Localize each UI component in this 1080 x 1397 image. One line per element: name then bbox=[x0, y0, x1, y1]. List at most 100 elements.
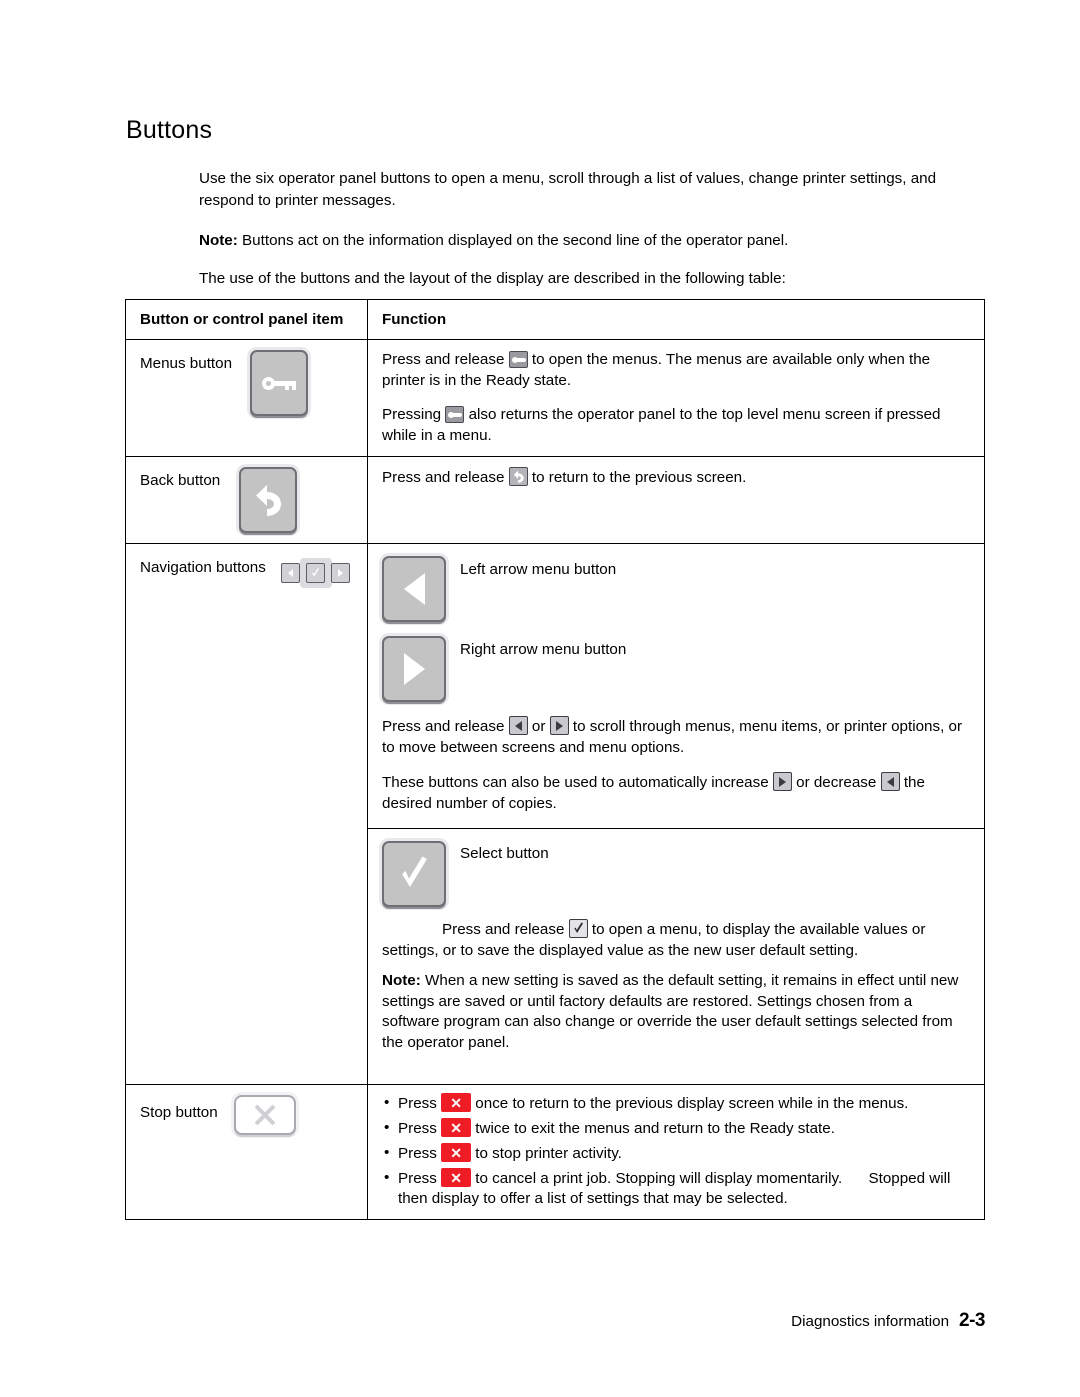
table-row-stop-button: Stop button Press ✕ once to return to th… bbox=[126, 1085, 984, 1219]
menus-key-button[interactable] bbox=[250, 350, 309, 416]
copies-text-mid: or decrease bbox=[796, 774, 877, 791]
note-text: Buttons act on the information displayed… bbox=[242, 232, 789, 249]
lead-in-paragraph: The use of the buttons and the layout of… bbox=[199, 270, 786, 287]
select-note-text: When a new setting is saved as the defau… bbox=[382, 972, 959, 1051]
right-arrow-icon bbox=[384, 638, 444, 700]
list-item: Press ✕ to cancel a print job. Stopping … bbox=[382, 1168, 970, 1209]
back-button-cell: Back button bbox=[126, 457, 368, 543]
note-paragraph: Note: Buttons act on the information dis… bbox=[199, 230, 989, 252]
stop-bullet-4-pre: Press bbox=[398, 1170, 437, 1187]
menus-inline-icon bbox=[508, 351, 528, 368]
checkmark-icon bbox=[384, 843, 444, 905]
right-arrow-menu-button-label: Right arrow menu button bbox=[460, 641, 627, 658]
select-function-paragraph: Press and release to open a menu, to dis… bbox=[382, 919, 970, 961]
stop-bullet-4-post: to cancel a print job. Stopping will dis… bbox=[475, 1170, 843, 1187]
stop-inline-icon: ✕ bbox=[441, 1168, 472, 1187]
document-page: Buttons Use the six operator panel butto… bbox=[0, 0, 1080, 1397]
table-row-menus-button: Menus button Press and release to open t… bbox=[126, 340, 984, 457]
select-note-label: Note: bbox=[382, 972, 421, 989]
return-arrow-icon bbox=[241, 469, 295, 531]
navigation-copies-paragraph: These buttons can also be used to automa… bbox=[382, 772, 970, 814]
stop-inline-icon: ✕ bbox=[441, 1118, 472, 1137]
back-button-label: Back button bbox=[140, 472, 221, 489]
back-return-button[interactable] bbox=[238, 467, 297, 533]
cluster-right-arrow-icon bbox=[331, 563, 351, 583]
stop-bullet-3-pre: Press bbox=[398, 1145, 437, 1162]
navigation-buttons-label: Navigation buttons bbox=[140, 559, 266, 576]
list-item: Press ✕ once to return to the previous d… bbox=[382, 1093, 970, 1114]
list-item: Press ✕ to stop printer activity. bbox=[382, 1143, 970, 1164]
cluster-left-arrow-icon bbox=[281, 563, 301, 583]
stop-bullet-3-post: to stop printer activity. bbox=[475, 1145, 622, 1162]
stop-inline-icon: ✕ bbox=[441, 1093, 472, 1112]
back-function-cell: Press and release to return to the previ… bbox=[368, 457, 984, 543]
menus-para1-a: Press and release bbox=[382, 351, 505, 368]
page-footer: Diagnostics information 2-3 bbox=[791, 1310, 985, 1332]
footer-section-label: Diagnostics information bbox=[791, 1313, 950, 1330]
navigation-button-cell: Navigation buttons bbox=[126, 544, 368, 1084]
menus-para2-a: Pressing bbox=[382, 406, 442, 423]
key-icon bbox=[252, 352, 306, 414]
x-icon bbox=[236, 1097, 294, 1133]
menus-function-cell: Press and release to open the menus. The… bbox=[368, 340, 984, 456]
left-arrow-icon bbox=[384, 558, 444, 620]
list-item: Press ✕ twice to exit the menus and retu… bbox=[382, 1118, 970, 1139]
back-inline-icon bbox=[508, 467, 528, 486]
buttons-table: Button or control panel item Function Me… bbox=[125, 299, 985, 1220]
right-arrow-menu-button[interactable] bbox=[382, 636, 446, 702]
menus-function-paragraph-1: Press and release to open the menus. The… bbox=[382, 350, 970, 391]
table-header-row: Button or control panel item Function bbox=[126, 300, 984, 340]
menus-function-paragraph-2: Pressing also returns the operator panel… bbox=[382, 405, 970, 446]
left-arrow-inline-icon bbox=[508, 716, 528, 735]
stop-bullet-2-post: twice to exit the menus and return to th… bbox=[475, 1120, 835, 1137]
stop-bullet-1-pre: Press bbox=[398, 1095, 437, 1112]
right-arrow-row: Right arrow menu button bbox=[382, 636, 970, 702]
note-label: Note: bbox=[199, 232, 238, 249]
table-row-navigation-buttons: Navigation buttons Left arrow menu butto… bbox=[126, 544, 984, 1085]
select-button-row: Select button bbox=[382, 841, 970, 907]
scroll-or: or bbox=[531, 718, 546, 735]
navigation-scroll-paragraph: Press and release or to scroll through m… bbox=[382, 716, 970, 758]
scroll-text-a: Press and release bbox=[382, 718, 505, 735]
stop-bullet-1-post: once to return to the previous display s… bbox=[475, 1095, 909, 1112]
stop-button-label: Stop button bbox=[140, 1104, 218, 1121]
navigation-function-cell: Left arrow menu button Right arrow menu … bbox=[368, 544, 984, 1084]
left-arrow-menu-button-label: Left arrow menu button bbox=[460, 561, 617, 578]
stop-bullet-list: Press ✕ once to return to the previous d… bbox=[382, 1093, 970, 1209]
copies-text-a: These buttons can also be used to automa… bbox=[382, 774, 769, 791]
back-para-a: Press and release bbox=[382, 469, 505, 486]
back-para-b: to return to the previous screen. bbox=[531, 469, 747, 486]
table-row-back-button: Back button Press and release to return … bbox=[126, 457, 984, 544]
right-arrow-inline-icon bbox=[549, 716, 569, 735]
left-arrow-menu-button[interactable] bbox=[382, 556, 446, 622]
back-function-paragraph: Press and release to return to the previ… bbox=[382, 467, 970, 489]
stop-bullet-2-pre: Press bbox=[398, 1120, 437, 1137]
table-header-cell-item: Button or control panel item bbox=[126, 300, 368, 339]
select-button-label: Select button bbox=[460, 845, 549, 862]
select-inline-icon bbox=[568, 919, 588, 938]
menus-button-cell: Menus button bbox=[126, 340, 368, 456]
stop-inline-icon: ✕ bbox=[441, 1143, 472, 1162]
navigation-cluster-icon[interactable] bbox=[280, 558, 352, 588]
navigation-arrows-block: Left arrow menu button Right arrow menu … bbox=[368, 544, 984, 828]
intro-block: Use the six operator panel buttons to op… bbox=[199, 168, 989, 308]
table-header-cell-function: Function bbox=[382, 311, 447, 328]
stop-button[interactable] bbox=[234, 1095, 297, 1135]
cluster-select-icon bbox=[306, 563, 326, 583]
footer-page-number: 2-3 bbox=[959, 1310, 985, 1331]
stop-button-cell: Stop button bbox=[126, 1085, 368, 1219]
stop-bullet-4-emphasis: Stopped bbox=[868, 1170, 926, 1187]
intro-paragraph: Use the six operator panel buttons to op… bbox=[199, 170, 937, 209]
menus-inline-icon-2 bbox=[445, 406, 465, 423]
page-title: Buttons bbox=[126, 116, 213, 144]
menus-para2-b: also returns the operator panel to the t… bbox=[382, 406, 941, 444]
select-note-paragraph: Note: When a new setting is saved as the… bbox=[382, 971, 970, 1053]
increase-arrow-inline-icon bbox=[772, 772, 792, 791]
decrease-arrow-inline-icon bbox=[880, 772, 900, 791]
select-text-a: Press and release bbox=[442, 921, 565, 938]
left-arrow-row: Left arrow menu button bbox=[382, 556, 970, 622]
select-button-block: Select button Press and release to open … bbox=[368, 828, 984, 1065]
menus-button-label: Menus button bbox=[140, 355, 233, 372]
select-button[interactable] bbox=[382, 841, 446, 907]
stop-function-cell: Press ✕ once to return to the previous d… bbox=[368, 1085, 984, 1219]
